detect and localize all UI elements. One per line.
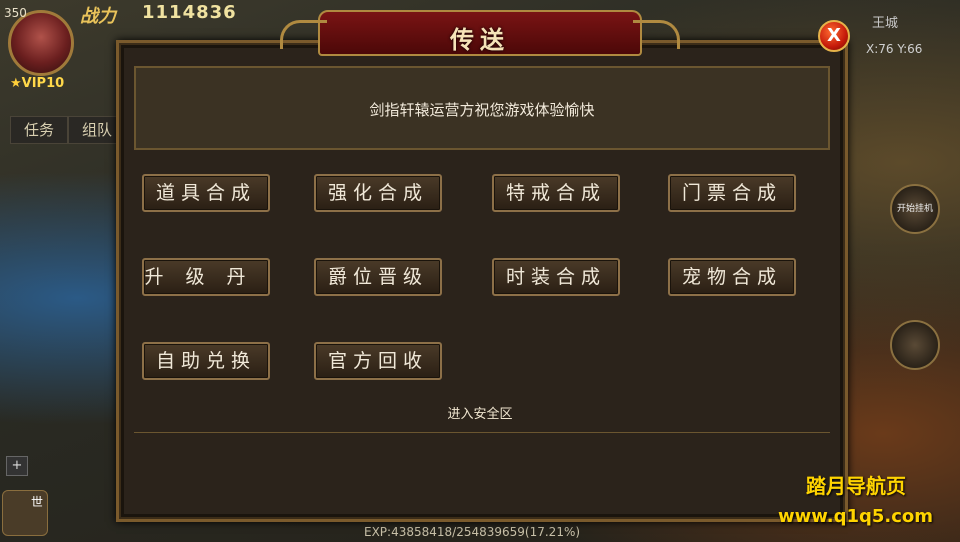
tab-quest[interactable]: 任务 (10, 116, 68, 144)
option-rank-promotion[interactable]: 爵位晋级 (314, 258, 442, 296)
chat-expand-button[interactable]: + (6, 456, 28, 476)
watermark-url: www.q1q5.com (778, 506, 934, 527)
enter-safe-zone-link[interactable]: 进入安全区 (0, 403, 960, 422)
header-ornament-right (633, 20, 680, 49)
combat-power-label: 战力 (80, 6, 116, 27)
star-icon: ★ (10, 76, 22, 91)
message-text: 剑指轩辕运营方祝您游戏体验愉快 (369, 101, 595, 119)
option-enhance-synthesis[interactable]: 强化合成 (314, 174, 442, 212)
dialog-divider (134, 432, 830, 433)
watermark-title: 踏月导航页 (806, 474, 906, 498)
vip-badge: ★VIP10 (10, 76, 64, 91)
option-official-recycle[interactable]: 官方回收 (314, 342, 442, 380)
player-level: 350 (4, 6, 27, 20)
experience-readout: EXP:43858418/254839659(17.21%) (364, 525, 581, 539)
close-button[interactable]: X (818, 20, 850, 52)
message-box: 剑指轩辕运营方祝您游戏体验愉快 (134, 66, 830, 150)
option-level-pill[interactable]: 升级丹 (142, 258, 270, 296)
skill-button[interactable] (890, 320, 940, 370)
dialog-title: 传送 (450, 25, 510, 54)
player-coordinates: X:76 Y:66 (866, 42, 923, 56)
option-costume-synthesis[interactable]: 时装合成 (492, 258, 620, 296)
vip-level: VIP10 (21, 76, 65, 91)
combat-power-value: 1114836 (142, 2, 237, 23)
world-chat-label: 世 (31, 495, 44, 509)
option-ticket-synthesis[interactable]: 门票合成 (668, 174, 796, 212)
option-item-synthesis[interactable]: 道具合成 (142, 174, 270, 212)
option-self-exchange[interactable]: 自助兑换 (142, 342, 270, 380)
location-name: 王城 (872, 16, 899, 31)
dialog-header: 传送 (280, 10, 680, 56)
auto-battle-button[interactable]: 开始挂机 (890, 184, 940, 234)
option-ring-synthesis[interactable]: 特戒合成 (492, 174, 620, 212)
option-pet-synthesis[interactable]: 宠物合成 (668, 258, 796, 296)
world-chat-button[interactable]: 世 (2, 490, 48, 536)
